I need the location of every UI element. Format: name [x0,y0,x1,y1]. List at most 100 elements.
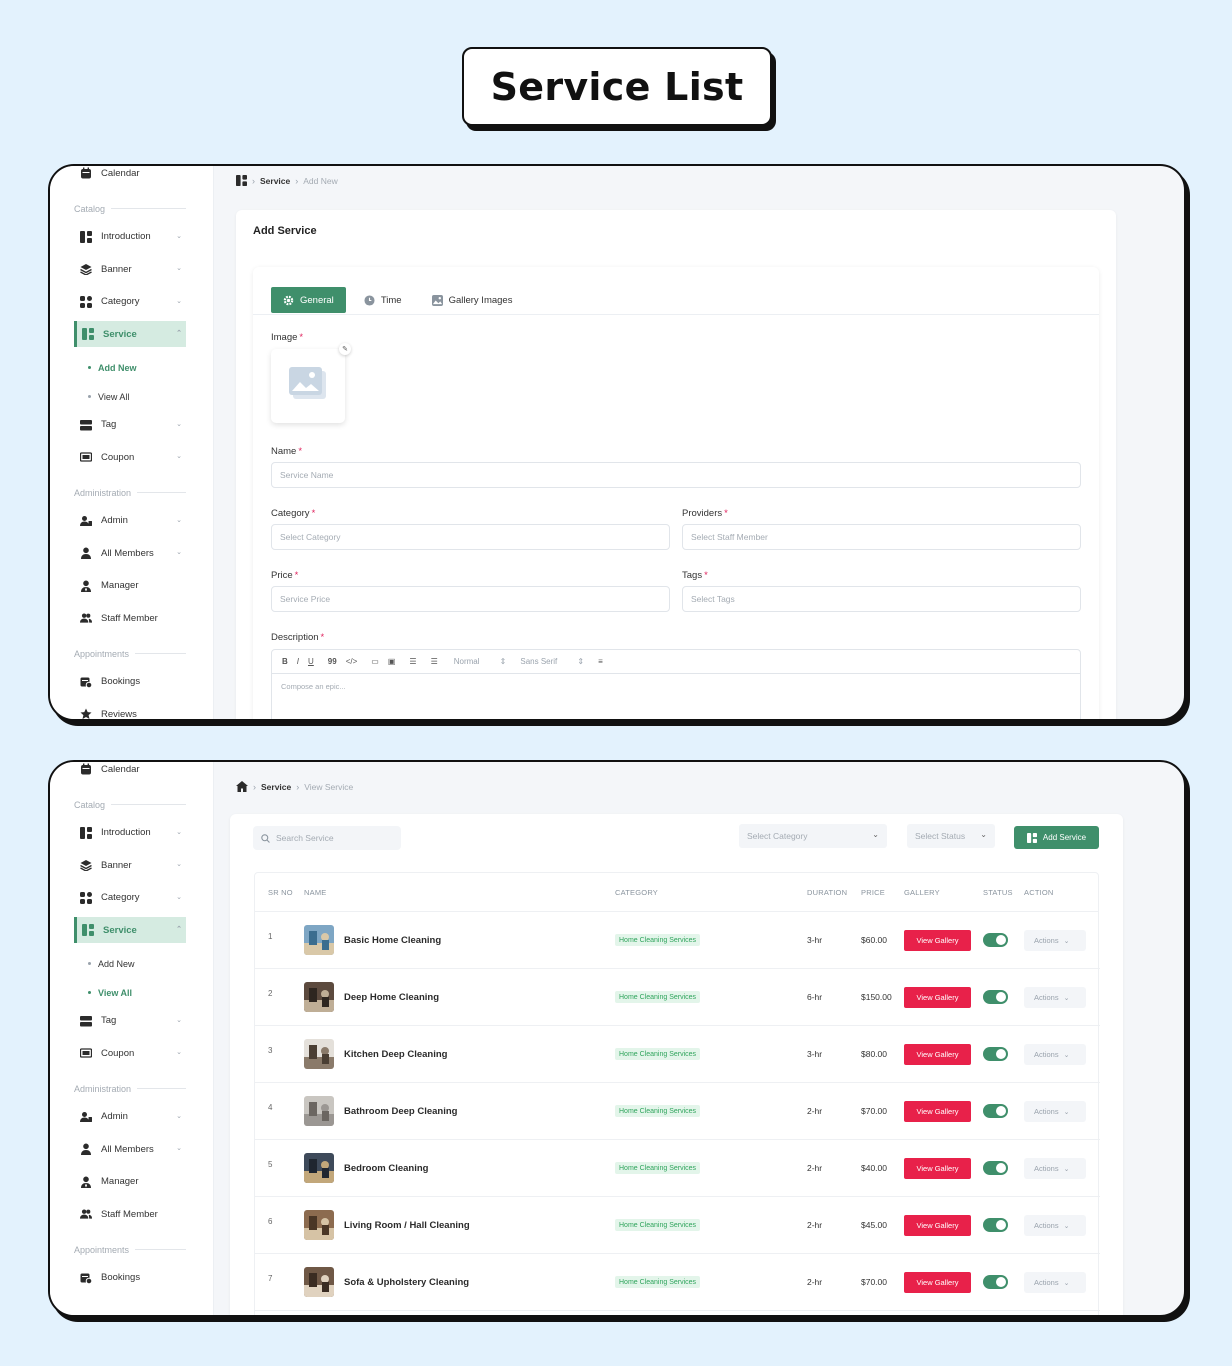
actions-dropdown[interactable]: Actions ⌄ [1024,930,1086,951]
bold-button[interactable]: B [282,657,288,666]
edit-image-pencil-icon[interactable]: ✎ [339,343,351,355]
sidebar-item-label: Tag [101,1015,117,1026]
breadcrumb-parent[interactable]: Service [260,176,290,186]
sidebar-item-admin[interactable]: Admin ⌄ [74,1104,186,1130]
view-gallery-button[interactable]: View Gallery [904,987,971,1008]
col-name[interactable]: NAME [304,888,326,897]
view-gallery-button[interactable]: View Gallery [904,1044,971,1065]
sidebar-item-banner[interactable]: Banner ⌄ [74,852,186,878]
actions-dropdown[interactable]: Actions ⌄ [1024,1158,1086,1179]
sidebar-item-calendar[interactable]: Calendar [74,762,186,782]
breadcrumb-current: View Service [304,781,354,792]
bookings-icon [80,1272,92,1284]
align-icon[interactable]: ≡ [598,657,603,666]
sidebar-item-staff-member[interactable]: Staff Member [74,605,186,631]
status-toggle[interactable] [983,933,1008,947]
tags-select[interactable]: Select Tags [682,586,1081,612]
col-price[interactable]: PRICE [861,888,885,897]
ordered-list-icon[interactable]: ☰ [409,657,416,666]
actions-dropdown[interactable]: Actions ⌄ [1024,987,1086,1008]
breadcrumb-parent[interactable]: Service [261,782,291,792]
sidebar-item-label: Category [101,296,140,307]
sidebar-item-coupon[interactable]: Coupon ⌄ [74,1040,186,1066]
name-label: Name * [271,446,303,457]
code-button[interactable]: </> [346,657,358,666]
user-icon [80,547,92,559]
sidebar-item-category[interactable]: Category ⌄ [74,289,186,315]
actions-dropdown[interactable]: Actions ⌄ [1024,1101,1086,1122]
category-filter[interactable]: Select Category ⌄ [739,824,887,848]
actions-dropdown[interactable]: Actions ⌄ [1024,1044,1086,1065]
sidebar-subitem-view-all[interactable]: View All [88,392,129,402]
tab-time[interactable]: Time [352,287,414,313]
sidebar-item-introduction[interactable]: Introduction ⌄ [74,224,186,250]
sidebar-item-reviews[interactable]: Reviews [74,701,186,719]
sidebar-item-manager[interactable]: Manager [74,573,186,599]
view-gallery-button[interactable]: View Gallery [904,1215,971,1236]
sidebar-item-staff-member[interactable]: Staff Member [74,1201,186,1227]
sidebar-item-all-members[interactable]: All Members ⌄ [74,1136,186,1162]
view-gallery-button[interactable]: View Gallery [904,1101,971,1122]
service-thumbnail [304,1096,334,1126]
category-badge: Home Cleaning Services [615,1276,701,1288]
sidebar-item-bookings[interactable]: Bookings [74,669,186,695]
sidebar-item-banner[interactable]: Banner ⌄ [74,256,186,282]
size-select[interactable]: Normal ⇕ [454,657,507,666]
sidebar-item-introduction[interactable]: Introduction ⌄ [74,820,186,846]
underline-button[interactable]: U [308,657,314,666]
image-icon[interactable]: ▭ [371,657,379,666]
sidebar-item-tag[interactable]: Tag ⌄ [74,1008,186,1034]
tab-general[interactable]: General [271,287,346,313]
service-thumbnail [304,1267,334,1297]
chevron-down-icon: ⌄ [176,549,182,556]
status-toggle[interactable] [983,990,1008,1004]
sr-no: 6 [268,1217,273,1226]
sidebar-item-tag[interactable]: Tag ⌄ [74,412,186,438]
sidebar-subitem-add-new[interactable]: Add New [88,363,137,373]
actions-dropdown[interactable]: Actions ⌄ [1024,1272,1086,1293]
layers-icon [80,263,92,275]
add-service-button[interactable]: Add Service [1014,826,1099,849]
status-toggle[interactable] [983,1275,1008,1289]
sidebar-item-coupon[interactable]: Coupon ⌄ [74,444,186,470]
home-icon[interactable] [236,781,248,792]
sidebar-item-bookings[interactable]: Bookings [74,1265,186,1291]
view-gallery-button[interactable]: View Gallery [904,1158,971,1179]
status-toggle[interactable] [983,1161,1008,1175]
col-duration[interactable]: DURATION [807,888,847,897]
category-select[interactable]: Select Category [271,524,670,550]
status-toggle[interactable] [983,1218,1008,1232]
sidebar-item-admin[interactable]: Admin ⌄ [74,508,186,534]
status-toggle[interactable] [983,1047,1008,1061]
dashboard-icon[interactable] [236,175,247,186]
sidebar-subitem-add-new[interactable]: Add New [88,959,135,969]
status-filter[interactable]: Select Status ⌄ [907,824,995,848]
sidebar-item-manager[interactable]: Manager [74,1169,186,1195]
image-upload[interactable] [271,349,345,423]
sidebar-item-service[interactable]: Service ⌃ [74,321,186,347]
editor-placeholder[interactable]: Compose an epic... [272,674,1080,699]
font-select[interactable]: Sans Serif ⇕ [520,657,584,666]
video-icon[interactable]: ▣ [388,657,396,666]
sidebar-item-all-members[interactable]: All Members ⌄ [74,540,186,566]
tab-gallery-images[interactable]: Gallery Images [420,287,525,313]
chevron-down-icon: ⌄ [1063,1108,1070,1116]
service-name-input[interactable]: Service Name [271,462,1081,488]
col-category[interactable]: CATEGORY [615,888,658,897]
sidebar-subitem-view-all[interactable]: View All [88,988,132,998]
providers-select[interactable]: Select Staff Member [682,524,1081,550]
bullet-list-icon[interactable]: ☰ [431,657,438,666]
sr-no: 3 [268,1046,273,1055]
price-input[interactable]: Service Price [271,586,670,612]
view-gallery-button[interactable]: View Gallery [904,1272,971,1293]
search-input[interactable]: Search Service [253,826,401,850]
view-gallery-button[interactable]: View Gallery [904,930,971,951]
actions-dropdown[interactable]: Actions ⌄ [1024,1215,1086,1236]
status-toggle[interactable] [983,1104,1008,1118]
sidebar-item-calendar[interactable]: Calendar [74,166,186,186]
sidebar-item-category[interactable]: Category ⌄ [74,885,186,911]
quote-button[interactable]: 99 [328,657,337,666]
category-badge: Home Cleaning Services [615,1162,701,1174]
sidebar-item-service[interactable]: Service ⌃ [74,917,186,943]
italic-button[interactable]: I [297,657,299,666]
